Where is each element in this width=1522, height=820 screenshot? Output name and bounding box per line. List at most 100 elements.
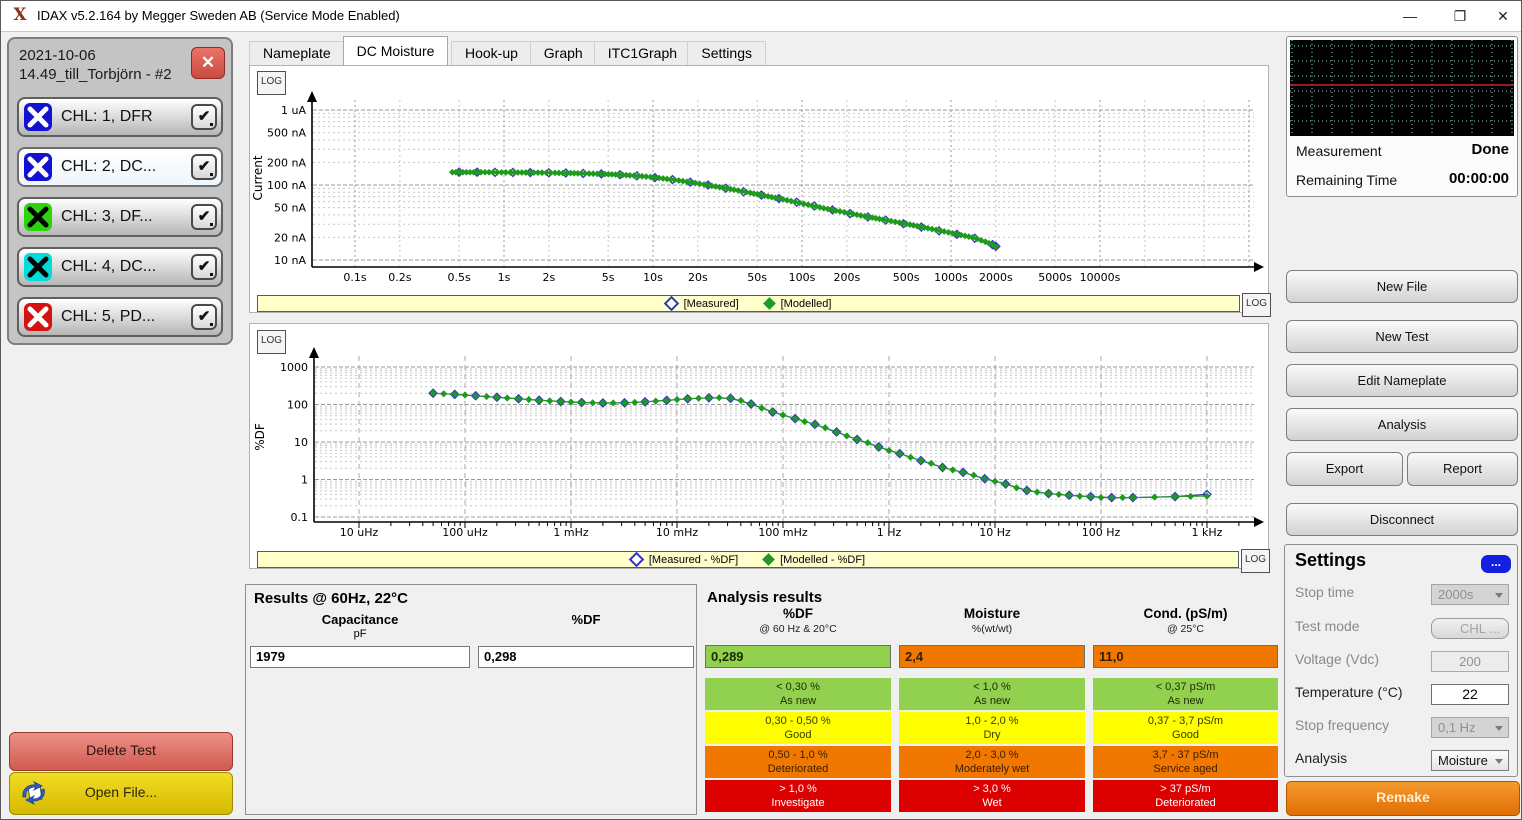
minimize-button[interactable]: —: [1394, 5, 1426, 27]
title-bar: X IDAX v5.2.164 by Megger Sweden AB (Ser…: [1, 1, 1522, 32]
setting-control-stop-time: 2000s: [1431, 584, 1509, 605]
chevron-down-icon: [1495, 759, 1503, 764]
analysis-column-2: Cond. (pS/m)@ 25°C11,0< 0,37 pS/mAs new0…: [1093, 584, 1278, 815]
channel-3-checkbox[interactable]: ✔: [191, 204, 217, 230]
report-button[interactable]: Report: [1407, 452, 1518, 486]
tab-hook-up[interactable]: Hook-up: [451, 41, 532, 65]
legend-measured: [Measured]: [666, 298, 739, 310]
class-label: Service aged: [1153, 763, 1217, 775]
channel-1-x-icon: [24, 103, 52, 131]
analysis-col-subheader: %(wt/wt): [899, 623, 1085, 635]
chart2-yaxis-log-button[interactable]: LOG: [257, 330, 286, 354]
maximize-button[interactable]: ❐: [1444, 5, 1476, 27]
close-test-button[interactable]: ✕: [191, 47, 225, 79]
class-label: Wet: [982, 797, 1001, 809]
x-tick-label: 5s: [602, 271, 615, 284]
new-test-button[interactable]: New Test: [1286, 320, 1518, 353]
y-tick-label: 1000: [280, 361, 308, 374]
legend-modelled-df-label: [Modelled - %DF]: [780, 554, 865, 566]
new-file-button[interactable]: New File: [1286, 270, 1518, 303]
tab-graph[interactable]: Graph: [530, 41, 597, 65]
open-file-button[interactable]: Open File...: [9, 772, 233, 815]
chart1-legend: [Measured] [Modelled]: [257, 295, 1240, 312]
legend-measured-df: [Measured - %DF]: [631, 554, 738, 566]
analysis-class-row: 3,7 - 37 pS/mService aged: [1093, 746, 1278, 778]
analysis-class-row: < 1,0 %As new: [899, 678, 1085, 710]
chart1-xaxis-log-button[interactable]: LOG: [1242, 293, 1271, 317]
remake-button[interactable]: Remake: [1286, 781, 1520, 816]
channel-item-4[interactable]: CHL: 4, DC...✔: [17, 247, 223, 287]
y-tick-label: 10 nA: [274, 254, 306, 267]
channel-item-5[interactable]: CHL: 5, PD...✔: [17, 297, 223, 337]
remaining-time-label: Remaining Time: [1296, 172, 1397, 188]
delete-test-button[interactable]: Delete Test: [9, 732, 233, 771]
y-tick-label: 1: [301, 474, 308, 487]
x-tick-label: 2000s: [979, 271, 1013, 284]
x-tick-label: 5000s: [1038, 271, 1072, 284]
analysis-class-row: > 3,0 %Wet: [899, 780, 1085, 812]
y-tick-label: 50 nA: [274, 202, 306, 215]
class-range: > 1,0 %: [779, 783, 817, 795]
tab-itc1graph[interactable]: ITC1Graph: [594, 41, 691, 65]
class-label: Deteriorated: [1155, 797, 1216, 809]
scope-display: [1290, 40, 1514, 136]
remaining-time-value: 00:00:00: [1425, 170, 1509, 187]
channel-item-3[interactable]: CHL: 3, DF... ✔: [17, 197, 223, 237]
analysis-class-row: 2,0 - 3,0 %Moderately wet: [899, 746, 1085, 778]
setting-label-2: Voltage (Vdc): [1295, 651, 1379, 667]
setting-label-5: Analysis: [1295, 750, 1347, 766]
channel-2-checkbox[interactable]: ✔: [191, 154, 217, 180]
x-tick-label: 1 kHz: [1192, 526, 1223, 539]
analysis-class-row: 0,50 - 1,0 %Deteriorated: [705, 746, 891, 778]
setting-control-voltage-vdc-: 200: [1431, 651, 1509, 672]
analysis-column-0: %DF@ 60 Hz & 20°C0,289< 0,30 %As new0,30…: [705, 584, 891, 815]
channel-item-2[interactable]: CHL: 2, DC...✔: [17, 147, 223, 187]
capacitance-value-field[interactable]: 1979: [250, 646, 470, 668]
tab-settings[interactable]: Settings: [687, 41, 766, 65]
analysis-button[interactable]: Analysis: [1286, 408, 1518, 441]
class-range: > 37 pS/m: [1160, 783, 1210, 795]
class-label: As new: [780, 695, 816, 707]
x-tick-label: 200s: [833, 271, 860, 284]
setting-control-temperature-c-[interactable]: 22: [1431, 684, 1509, 705]
x-tick-label: 1000s: [934, 271, 968, 284]
open-file-icon: [20, 781, 48, 805]
setting-control-analysis[interactable]: Moisture: [1431, 750, 1509, 771]
class-range: < 0,30 %: [776, 681, 820, 693]
analysis-col-header: %DF: [705, 606, 891, 621]
setting-label-3: Temperature (°C): [1295, 684, 1403, 700]
export-button[interactable]: Export: [1286, 452, 1403, 486]
class-range: 2,0 - 3,0 %: [965, 749, 1018, 761]
tab-nameplate[interactable]: Nameplate: [249, 41, 345, 65]
channel-3-label: CHL: 3, DF...: [61, 199, 153, 235]
chevron-down-icon: [1495, 593, 1503, 598]
edit-nameplate-button[interactable]: Edit Nameplate: [1286, 364, 1518, 397]
analysis-col-subheader: @ 25°C: [1093, 623, 1278, 635]
y-tick-label: 100: [287, 399, 308, 412]
settings-more-button[interactable]: ...: [1481, 555, 1511, 573]
channel-5-checkbox[interactable]: ✔: [191, 304, 217, 330]
x-tick-label: 20s: [688, 271, 708, 284]
channel-4-checkbox[interactable]: ✔: [191, 254, 217, 280]
tab-dc-moisture[interactable]: DC Moisture: [343, 36, 449, 65]
class-label: As new: [1167, 695, 1203, 707]
measured-series: [455, 168, 1000, 250]
channel-1-checkbox[interactable]: ✔: [191, 104, 217, 130]
df-value-field[interactable]: 0,298: [478, 646, 694, 668]
close-button[interactable]: ✕: [1487, 5, 1519, 27]
analysis-class-row: > 37 pS/m Deteriorated: [1093, 780, 1278, 812]
class-range: < 0,37 pS/m: [1156, 681, 1216, 693]
x-tick-label: 0.2s: [388, 271, 411, 284]
channel-5-x-icon: [24, 303, 52, 331]
chart2-xaxis-log-button[interactable]: LOG: [1241, 549, 1270, 573]
disconnect-button[interactable]: Disconnect: [1286, 503, 1518, 536]
y-tick-label: 20 nA: [274, 231, 306, 244]
y-tick-label: 100 nA: [267, 179, 306, 192]
legend-modelled-label: [Modelled]: [781, 298, 832, 310]
channel-2-x-icon: [24, 153, 52, 181]
results-title: Results @ 60Hz, 22°C: [254, 590, 408, 607]
df-chart-panel: 10001001010.110 uHz100 uHz1 mHz10 mHz100…: [249, 323, 1269, 569]
analysis-results-panel: Analysis results %DF@ 60 Hz & 20°C0,289<…: [705, 584, 1278, 815]
channel-item-1[interactable]: CHL: 1, DFR✔: [17, 97, 223, 137]
chart1-yaxis-log-button[interactable]: LOG: [257, 71, 286, 95]
